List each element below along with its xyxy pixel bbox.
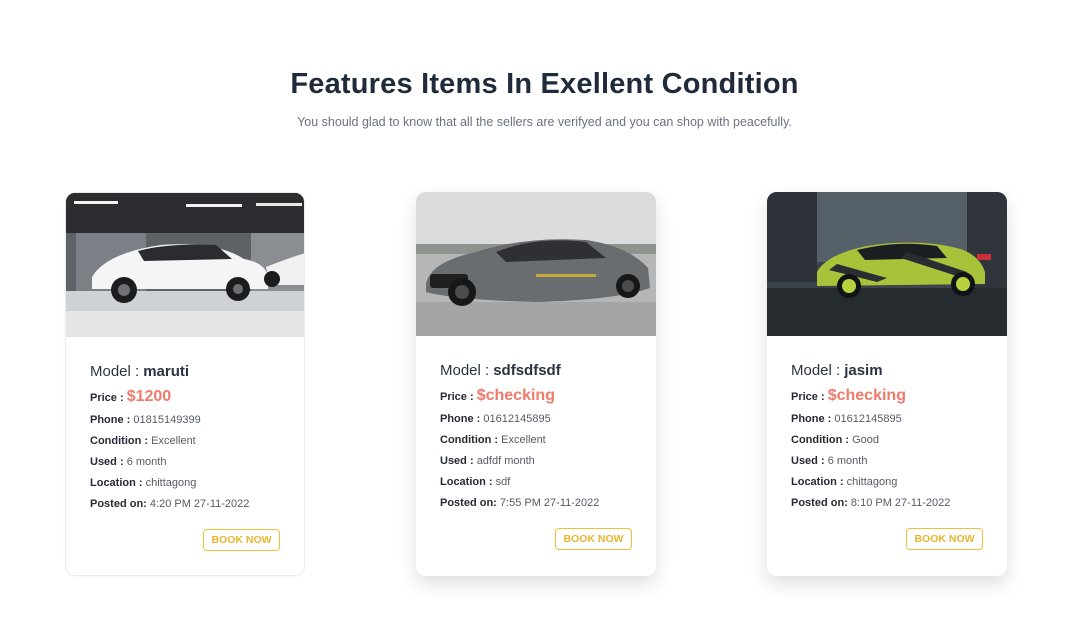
used-label: Used : (90, 456, 124, 468)
book-now-button[interactable]: BOOK NOW (906, 528, 983, 550)
phone-line: Phone : 01612145895 (440, 413, 632, 426)
model-value: maruti (143, 363, 190, 380)
price-label: Price : (90, 392, 124, 404)
used-value: 6 month (827, 455, 868, 467)
car-photo-grey-sportscar (416, 192, 656, 336)
location-label: Location : (90, 477, 143, 489)
condition-line: Condition : Good (791, 434, 983, 447)
condition-value: Good (852, 434, 880, 446)
used-line: Used : 6 month (791, 455, 983, 468)
used-label: Used : (791, 455, 825, 467)
condition-value: Excellent (151, 435, 196, 447)
used-label: Used : (440, 455, 474, 467)
phone-label: Phone : (90, 414, 131, 426)
used-value: adfdf month (476, 455, 535, 467)
phone-label: Phone : (791, 413, 832, 425)
condition-label: Condition : (440, 434, 499, 446)
model-label: Model : (791, 362, 841, 379)
price-line: Price : $checking (791, 387, 983, 404)
price-label: Price : (440, 391, 474, 403)
model-line: Model : jasim (791, 362, 983, 379)
posted-value: 7:55 PM 27-11-2022 (499, 497, 600, 509)
product-card: Model : jasim Price : $checking Phone : 0… (767, 192, 1007, 576)
used-line: Used : 6 month (90, 456, 280, 469)
location-value: chittagong (846, 476, 898, 488)
book-now-button[interactable]: BOOK NOW (203, 529, 280, 551)
used-value: 6 month (126, 456, 167, 468)
price-line: Price : $checking (440, 387, 632, 404)
book-now-button[interactable]: BOOK NOW (555, 528, 632, 550)
location-line: Location : chittagong (791, 476, 983, 489)
product-card: Model : sdfsdfsdf Price : $checking Phone… (416, 192, 656, 576)
location-label: Location : (791, 476, 844, 488)
car-photo-green-racecar (767, 192, 1007, 336)
model-label: Model : (90, 363, 140, 380)
phone-line: Phone : 01612145895 (791, 413, 983, 426)
model-label: Model : (440, 362, 490, 379)
section-title: Features Items In Exellent Condition (290, 68, 799, 100)
model-line: Model : maruti (90, 363, 280, 380)
posted-label: Posted on: (440, 497, 497, 509)
model-value: sdfsdfsdf (493, 362, 561, 379)
condition-label: Condition : (791, 434, 850, 446)
price-label: Price : (791, 391, 825, 403)
section-subtitle: You should glad to know that all the sel… (297, 115, 792, 129)
phone-value: 01612145895 (483, 413, 551, 425)
car-photo-white-sedan (66, 193, 304, 337)
model-value: jasim (844, 362, 883, 379)
posted-label: Posted on: (90, 498, 147, 510)
product-card: Model : maruti Price : $1200 Phone : 0181… (65, 192, 305, 576)
posted-line: Posted on: 4:20 PM 27-11-2022 (90, 498, 280, 511)
location-line: Location : sdf (440, 476, 632, 489)
model-line: Model : sdfsdfsdf (440, 362, 632, 379)
condition-value: Excellent (501, 434, 546, 446)
condition-line: Condition : Excellent (440, 434, 632, 447)
price-value: $1200 (126, 388, 172, 405)
posted-label: Posted on: (791, 497, 848, 509)
phone-line: Phone : 01815149399 (90, 414, 280, 427)
location-label: Location : (440, 476, 493, 488)
features-section: Features Items In Exellent Condition You… (0, 0, 1089, 644)
phone-value: 01612145895 (834, 413, 902, 425)
condition-label: Condition : (90, 435, 149, 447)
price-value: $checking (476, 387, 555, 404)
used-line: Used : adfdf month (440, 455, 632, 468)
location-value: chittagong (145, 477, 197, 489)
price-value: $checking (827, 387, 906, 404)
phone-value: 01815149399 (133, 414, 201, 426)
posted-value: 8:10 PM 27-11-2022 (850, 497, 951, 509)
condition-line: Condition : Excellent (90, 435, 280, 448)
posted-value: 4:20 PM 27-11-2022 (149, 498, 250, 510)
location-value: sdf (495, 476, 511, 488)
location-line: Location : chittagong (90, 477, 280, 490)
price-line: Price : $1200 (90, 388, 280, 405)
posted-line: Posted on: 7:55 PM 27-11-2022 (440, 497, 632, 510)
phone-label: Phone : (440, 413, 481, 425)
posted-line: Posted on: 8:10 PM 27-11-2022 (791, 497, 983, 510)
